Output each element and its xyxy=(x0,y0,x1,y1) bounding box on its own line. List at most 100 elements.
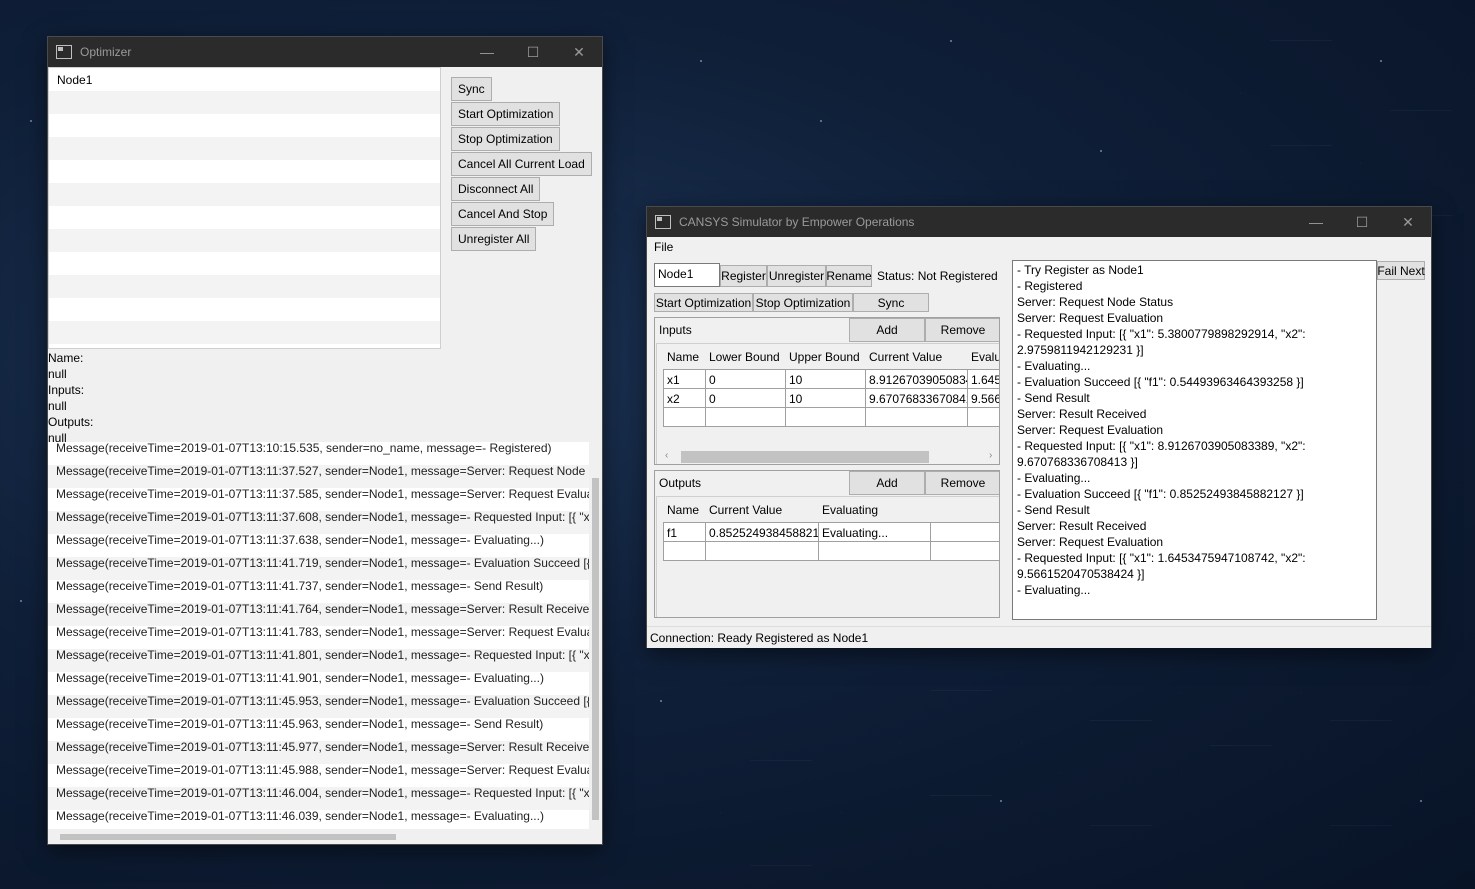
node-name: Node1 xyxy=(57,73,93,87)
scroll-thumb[interactable] xyxy=(592,478,599,820)
maximize-icon[interactable]: ☐ xyxy=(510,37,556,67)
message-row[interactable]: Message(receiveTime=2019-01-07T13:11:37.… xyxy=(56,460,602,483)
message-row[interactable]: Message(receiveTime=2019-01-07T13:11:37.… xyxy=(56,483,602,506)
message-row[interactable]: Message(receiveTime=2019-01-07T13:11:37.… xyxy=(56,506,602,529)
inputs-header-cell[interactable]: Current Value xyxy=(869,350,967,364)
menu-file[interactable]: File xyxy=(654,240,673,254)
inputs-header-cell[interactable]: Upper Bound xyxy=(789,350,865,364)
outputs-grid[interactable]: Name Current Value Evaluating f1 0.852524938… xyxy=(656,496,999,617)
sync-button[interactable]: Sync xyxy=(451,77,492,101)
register-button[interactable]: Register xyxy=(720,265,767,287)
scroll-right-icon[interactable]: › xyxy=(989,450,992,461)
name-value: null xyxy=(48,367,67,381)
start-optimization-button[interactable]: Start Optimization xyxy=(654,293,753,312)
list-item[interactable]: Node1 xyxy=(49,68,440,91)
outputs-cell[interactable]: Evaluating... xyxy=(818,522,931,542)
optimizer-titlebar[interactable]: Optimizer — ☐ ✕ xyxy=(48,37,602,67)
message-row[interactable]: Message(receiveTime=2019-01-07T13:11:41.… xyxy=(56,667,602,690)
message-log[interactable]: Message(receiveTime=2019-01-07T13:10:15.… xyxy=(48,442,602,834)
message-row[interactable]: Message(receiveTime=2019-01-07T13:11:41.… xyxy=(56,552,602,575)
inputs-cell[interactable] xyxy=(967,407,999,427)
unregister-button[interactable]: Unregister xyxy=(767,265,826,287)
inputs-cell[interactable]: 0 xyxy=(705,388,786,408)
sync-button[interactable]: Sync xyxy=(853,293,929,312)
outputs-remove-button[interactable]: Remove xyxy=(925,471,999,495)
outputs-add-button[interactable]: Add xyxy=(849,471,925,495)
close-icon[interactable]: ✕ xyxy=(556,37,602,67)
unregister-all-button[interactable]: Unregister All xyxy=(451,227,537,251)
outputs-cell-value: Evaluating... xyxy=(822,526,889,540)
outputs-header-cell[interactable]: Name xyxy=(667,503,699,517)
inputs-cell[interactable]: 10 xyxy=(785,369,866,389)
cancel-and-stop-button[interactable]: Cancel And Stop xyxy=(451,202,555,226)
inputs-cell[interactable] xyxy=(785,407,866,427)
node-name-input[interactable]: Node1 xyxy=(654,263,720,287)
close-icon[interactable]: ✕ xyxy=(1385,207,1431,237)
log-line: Server: Result Received xyxy=(1017,519,1147,533)
minimize-icon[interactable]: — xyxy=(464,37,510,67)
message-row[interactable]: Message(receiveTime=2019-01-07T13:11:45.… xyxy=(56,713,602,736)
scroll-left-icon[interactable]: ‹ xyxy=(665,450,668,461)
inputs-header-cell[interactable]: Lower Bound xyxy=(709,350,785,364)
message-row[interactable]: Message(receiveTime=2019-01-07T13:11:45.… xyxy=(56,690,602,713)
inputs-header-cell[interactable]: Name xyxy=(667,350,705,364)
inputs-cell[interactable]: x1 xyxy=(663,369,706,389)
inputs-cell[interactable]: 8.91267039050834 xyxy=(865,369,972,389)
message-row[interactable]: Message(receiveTime=2019-01-07T13:11:41.… xyxy=(56,598,602,621)
outputs-cell[interactable] xyxy=(930,541,999,561)
star xyxy=(820,120,822,122)
inputs-add-button[interactable]: Add xyxy=(849,318,925,342)
cancel-all-current-load-button[interactable]: Cancel All Current Load xyxy=(451,152,592,176)
outputs-header-cell[interactable]: Current Value xyxy=(709,503,782,517)
message-log-vscroll[interactable] xyxy=(589,442,602,834)
minimize-icon[interactable]: — xyxy=(1293,207,1339,237)
rename-button[interactable]: Rename xyxy=(826,265,872,287)
message-row[interactable]: Message(receiveTime=2019-01-07T13:11:41.… xyxy=(56,575,602,598)
inputs-header-cell[interactable]: Evalu xyxy=(971,350,999,364)
inputs-cell[interactable]: x2 xyxy=(663,388,706,408)
inputs-cell[interactable]: 10 xyxy=(785,388,866,408)
outputs-cell[interactable]: f1 xyxy=(663,522,706,542)
inputs-hscroll[interactable]: ‹ › xyxy=(657,448,999,464)
log-line: - Evaluating... xyxy=(1017,359,1091,373)
inputs-grid[interactable]: ‹ › Name Lower Bound Upper Bound Current Va… xyxy=(656,343,1000,464)
message-row[interactable]: Message(receiveTime=2019-01-07T13:11:37.… xyxy=(56,529,602,552)
simulator-log[interactable]: - Try Register as Node1 - Registered Serve… xyxy=(1012,260,1377,620)
inputs-cell[interactable] xyxy=(865,407,968,427)
message-row[interactable]: Message(receiveTime=2019-01-07T13:11:41.… xyxy=(56,621,602,644)
message-row[interactable]: Message(receiveTime=2019-01-07T13:11:41.… xyxy=(56,644,602,667)
node-list[interactable]: Node1 xyxy=(48,67,441,349)
outputs-header-cell[interactable]: Evaluating xyxy=(822,503,878,517)
scroll-thumb[interactable] xyxy=(681,451,929,463)
inputs-cell-value: 0 xyxy=(709,373,716,387)
inputs-cell-value: 1.645 xyxy=(971,373,1000,387)
inputs-cell[interactable] xyxy=(663,407,706,427)
inputs-cell[interactable]: 1.645 xyxy=(967,369,1000,389)
stop-optimization-button[interactable]: Stop Optimization xyxy=(451,127,560,151)
outputs-cell[interactable] xyxy=(930,522,999,542)
simulator-titlebar[interactable]: CANSYS Simulator by Empower Operations —… xyxy=(647,207,1431,237)
message-log-hscroll[interactable] xyxy=(48,829,589,844)
outputs-cell[interactable]: 0.852524938458821 xyxy=(705,522,819,542)
disconnect-all-button[interactable]: Disconnect All xyxy=(451,177,541,201)
inputs-remove-button[interactable]: Remove xyxy=(925,318,999,342)
scroll-thumb[interactable] xyxy=(60,834,396,840)
outputs-cell[interactable] xyxy=(705,541,819,561)
stop-optimization-button[interactable]: Stop Optimization xyxy=(753,293,853,312)
inputs-cell[interactable]: 0 xyxy=(705,369,786,389)
message-row[interactable]: Message(receiveTime=2019-01-07T13:11:45.… xyxy=(56,736,602,759)
fail-next-button[interactable]: Fail Next xyxy=(1377,261,1425,280)
hex-pattern xyxy=(900,690,1022,796)
message-row[interactable]: Message(receiveTime=2019-01-07T13:11:46.… xyxy=(56,805,602,828)
outputs-cell[interactable] xyxy=(663,541,706,561)
inputs-cell[interactable] xyxy=(705,407,786,427)
inputs-cell[interactable]: 9.67076833670841 xyxy=(865,388,972,408)
maximize-icon[interactable]: ☐ xyxy=(1339,207,1385,237)
window-icon xyxy=(655,215,671,229)
message-row[interactable]: Message(receiveTime=2019-01-07T13:11:46.… xyxy=(56,782,602,805)
start-optimization-button[interactable]: Start Optimization xyxy=(451,102,561,126)
inputs-cell[interactable]: 9.566 xyxy=(967,388,999,408)
message-row[interactable]: Message(receiveTime=2019-01-07T13:11:45.… xyxy=(56,759,602,782)
outputs-cell[interactable] xyxy=(818,541,931,561)
message-row[interactable]: Message(receiveTime=2019-01-07T13:10:15.… xyxy=(56,442,602,460)
